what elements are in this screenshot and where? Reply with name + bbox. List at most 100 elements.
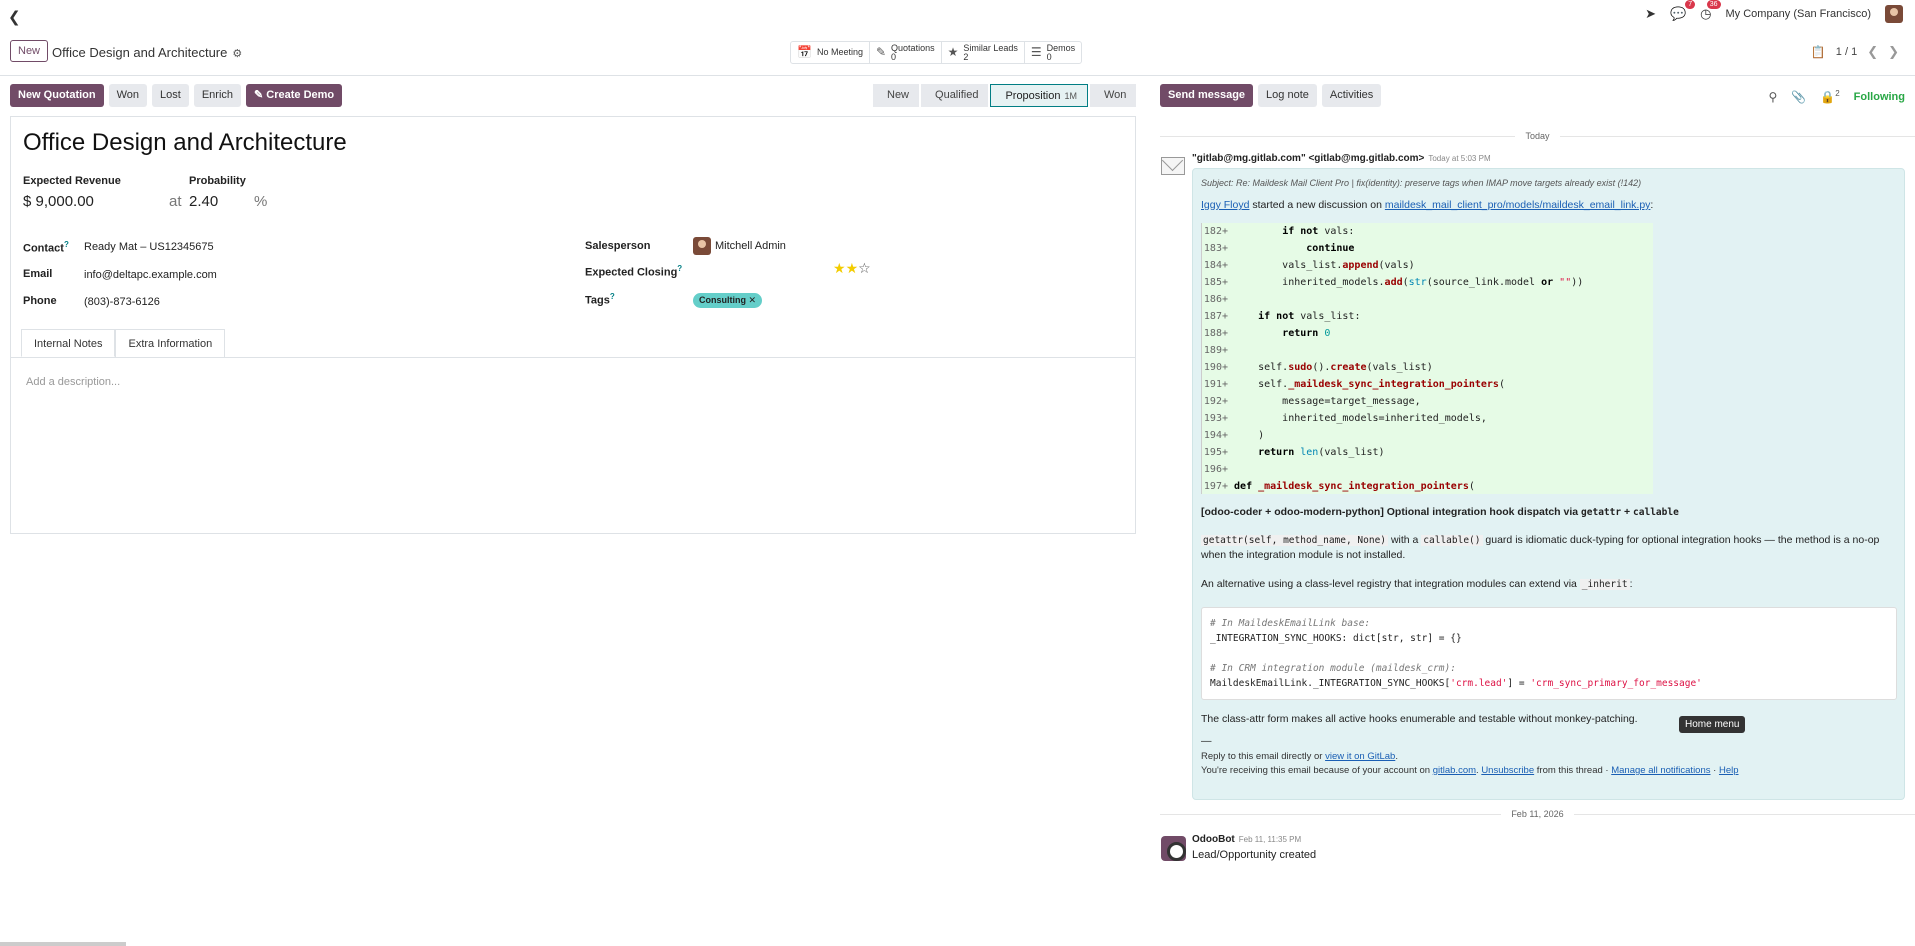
list-icon: ☰ xyxy=(1030,45,1042,59)
pager-previous-icon[interactable]: ❮ xyxy=(1867,44,1878,60)
send-message-button[interactable]: Send message xyxy=(1160,84,1254,107)
similar-leads-smart-button[interactable]: ★ Similar Leads 2 xyxy=(942,42,1025,63)
user-avatar[interactable] xyxy=(1885,5,1903,23)
message-heading: [odoo-coder + odoo-modern-python] Option… xyxy=(1201,506,1679,518)
messages-icon[interactable]: 💬 7 xyxy=(1670,0,1696,22)
pager-next-icon[interactable]: ❯ xyxy=(1888,44,1899,60)
following-button[interactable]: Following xyxy=(1854,91,1905,103)
code-diff-line: 190+ self.sudo().create(vals_list) xyxy=(1203,362,1433,373)
enrich-button[interactable]: Enrich xyxy=(193,84,242,107)
help-link[interactable]: Help xyxy=(1719,765,1739,776)
paper-plane-icon[interactable]: ➤ xyxy=(1645,6,1656,22)
new-record-button[interactable]: New xyxy=(10,40,49,62)
scroll-indicator xyxy=(0,942,126,946)
probability-field[interactable]: 2.40 xyxy=(189,193,218,210)
wand-icon: ✎ xyxy=(254,89,267,101)
unsubscribe-link[interactable]: Unsubscribe xyxy=(1481,765,1534,776)
smart-button-label: Similar Leads xyxy=(963,42,1018,53)
salesperson-field[interactable]: Mitchell Admin xyxy=(693,237,786,255)
tags-label: Tags? xyxy=(585,292,615,307)
code-line: MaildeskEmailLink._INTEGRATION_SYNC_HOOK… xyxy=(1210,678,1702,689)
file-link[interactable]: maildesk_mail_client_pro/models/maildesk… xyxy=(1385,199,1651,211)
pager-value[interactable]: 1 / 1 xyxy=(1836,46,1857,58)
won-button[interactable]: Won xyxy=(108,84,148,107)
stage-label: Proposition xyxy=(1005,90,1061,102)
phone-label: Phone xyxy=(23,295,57,307)
paperclip-icon[interactable]: 📎 xyxy=(1791,90,1806,104)
breadcrumb: Office Design and Architecture ⚙ xyxy=(52,45,242,60)
create-demo-label: Create Demo xyxy=(266,89,335,101)
phone-field[interactable]: (803)-873-6126 xyxy=(84,296,160,308)
contact-field[interactable]: Ready Mat – US12345675 xyxy=(84,241,214,253)
tab-internal-notes[interactable]: Internal Notes xyxy=(21,329,116,357)
message-paragraph: getattr(self, method_name, None) with a … xyxy=(1201,534,1880,561)
gear-icon[interactable]: ⚙ xyxy=(232,48,242,60)
tab-divider xyxy=(11,357,1135,358)
code-diff-block: 182+ if not vals: 183+ continue 184+ vals_… xyxy=(1201,223,1653,494)
code-line: # In CRM integration module (maildesk_cr… xyxy=(1210,663,1456,674)
code-diff-line: 182+ if not vals: xyxy=(1203,226,1355,237)
stage-duration: 1M xyxy=(1064,91,1077,101)
smart-button-count: 0 xyxy=(1046,51,1052,62)
new-quotation-button[interactable]: New Quotation xyxy=(10,84,104,107)
code-diff-line: 186+ xyxy=(1203,294,1228,305)
tag-badge[interactable]: Consulting ✕ xyxy=(693,293,763,308)
lead-name-field[interactable]: Office Design and Architecture xyxy=(23,129,347,157)
form-header-buttons: New Quotation Won Lost Enrich ✎ Create D… xyxy=(10,84,343,107)
clipboard-icon[interactable]: 📋 xyxy=(1811,45,1826,59)
back-chevron-icon[interactable]: ❮ xyxy=(8,8,21,26)
gitlab-com-link[interactable]: gitlab.com xyxy=(1433,765,1476,776)
stage-new[interactable]: New xyxy=(873,84,920,107)
code-diff-line: 196+ xyxy=(1203,464,1228,475)
lost-button[interactable]: Lost xyxy=(152,84,189,107)
message-intro: Iggy Floyd started a new discussion on m… xyxy=(1201,199,1654,211)
tab-extra-information[interactable]: Extra Information xyxy=(115,329,226,357)
code-diff-line: 197+ def _maildesk_sync_integration_poin… xyxy=(1203,481,1475,492)
code-diff-line: 187+ if not vals_list: xyxy=(1203,311,1361,322)
manage-notifications-link[interactable]: Manage all notifications xyxy=(1611,765,1710,776)
expected-revenue-field[interactable]: $ 9,000.00 xyxy=(23,193,94,210)
pager: 📋 1 / 1 ❮ ❯ xyxy=(1811,44,1899,60)
priority-widget[interactable]: ★★☆ xyxy=(833,260,871,277)
gitlab-link[interactable]: view it on GitLab xyxy=(1325,751,1395,762)
home-menu-tooltip: Home menu xyxy=(1679,716,1746,733)
code-line: _INTEGRATION_SYNC_HOOKS: dict[str, str] … xyxy=(1210,633,1462,644)
percent-sign: % xyxy=(254,193,268,210)
chatter-tools: ⚲ 📎 🔒2 Following xyxy=(1769,89,1905,104)
code-line: # In MaildeskEmailLink base: xyxy=(1210,618,1371,629)
company-switcher[interactable]: My Company (San Francisco) xyxy=(1726,8,1872,20)
email-label: Email xyxy=(23,268,53,280)
odoobot-message: Lead/Opportunity created xyxy=(1192,849,1317,861)
activity-clock-icon[interactable]: ◷ 36 xyxy=(1700,0,1721,22)
email-field[interactable]: info@deltapc.example.com xyxy=(84,269,217,281)
salesperson-label: Salesperson xyxy=(585,240,651,252)
log-note-button[interactable]: Log note xyxy=(1258,84,1317,107)
tag-remove-icon[interactable]: ✕ xyxy=(749,295,757,305)
stage-proposition[interactable]: Proposition 1M xyxy=(990,84,1088,107)
author-link[interactable]: Iggy Floyd xyxy=(1201,199,1249,211)
smart-buttons: 📅 No Meeting ✎ Quotations 0 ★ Similar Leads 2… xyxy=(790,41,1083,64)
quotations-smart-button[interactable]: ✎ Quotations 0 xyxy=(870,42,942,63)
priority-star-empty-icon[interactable]: ☆ xyxy=(858,260,871,276)
message-paragraph: An alternative using a class-level regis… xyxy=(1201,578,1633,590)
stage-won[interactable]: Won xyxy=(1090,84,1137,107)
code-diff-line: 189+ xyxy=(1203,345,1228,356)
expected-revenue-label: Expected Revenue xyxy=(23,175,121,187)
activities-button[interactable]: Activities xyxy=(1321,84,1382,107)
meeting-smart-button[interactable]: 📅 No Meeting xyxy=(791,42,870,63)
chatter-topbar: Send message Log note Activities xyxy=(1160,84,1382,107)
create-demo-button[interactable]: ✎ Create Demo xyxy=(246,84,343,107)
priority-star-icon[interactable]: ★ xyxy=(846,260,859,276)
search-icon[interactable]: ⚲ xyxy=(1769,90,1778,104)
followers-count: 2 xyxy=(1835,89,1840,98)
message-time: Feb 11, 11:35 PM xyxy=(1238,835,1302,844)
probability-label: Probability xyxy=(189,175,246,187)
envelope-icon xyxy=(1161,157,1185,175)
followers-button[interactable]: 🔒2 xyxy=(1820,89,1839,104)
stage-qualified[interactable]: Qualified xyxy=(921,84,989,107)
description-editor[interactable]: Add a description... xyxy=(26,376,120,388)
demos-smart-button[interactable]: ☰ Demos 0 xyxy=(1025,42,1081,63)
date-separator: Feb 11, 2026 xyxy=(1160,809,1915,819)
priority-star-icon[interactable]: ★ xyxy=(833,260,846,276)
chatter: Send message Log note Activities ⚲ 📎 🔒2 … xyxy=(1160,84,1915,946)
